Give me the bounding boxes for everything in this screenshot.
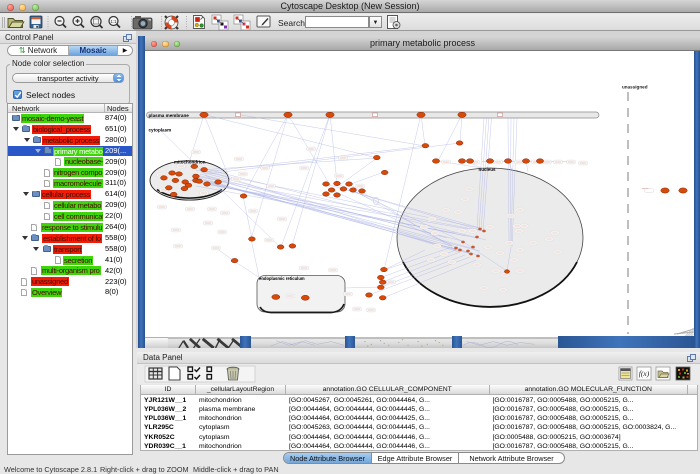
svg-text:endoplasmic reticulum: endoplasmic reticulum [259,276,305,281]
svg-text:1:1: 1:1 [110,19,117,24]
svg-text:nucleus: nucleus [479,167,497,172]
svg-text:unassigned: unassigned [622,85,648,90]
svg-text:cytoplasm: cytoplasm [149,128,172,133]
svg-text:f(x): f(x) [639,369,650,378]
svg-text:plasma membrane: plasma membrane [149,113,190,118]
svg-text:mitochondrion: mitochondrion [174,160,206,165]
